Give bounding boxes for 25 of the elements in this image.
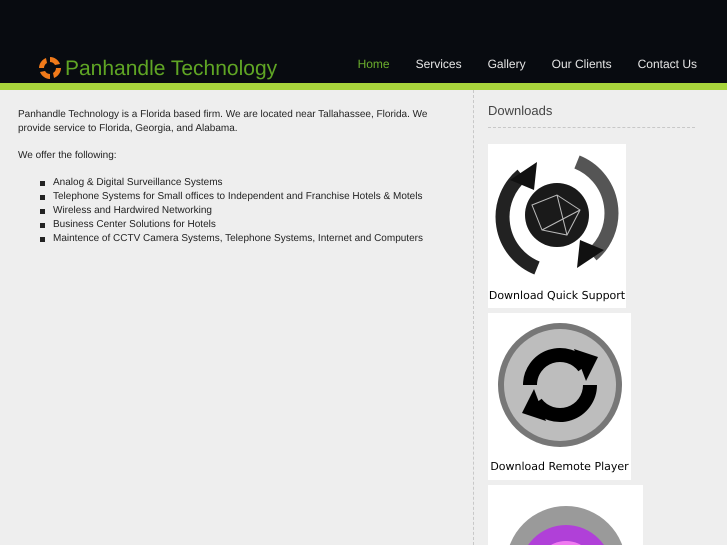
bullet-icon [40, 236, 45, 242]
sidebar-title: Downloads [488, 101, 695, 128]
nav-link[interactable]: Contact Us [638, 55, 697, 73]
bullet-icon [40, 208, 45, 214]
service-item: Analog & Digital Surveillance Systems [53, 176, 223, 190]
nav-link[interactable]: Services [416, 55, 462, 73]
download-tile[interactable]: Download Remote Player [488, 313, 631, 480]
intro-paragraph: Panhandle Technology is a Florida based firm. We are located near Tallahassee, Florida. We provide service to Florida, Georgia, and Alabama. [18, 108, 428, 136]
swirl-logo-icon [38, 56, 62, 80]
bullet-icon [40, 222, 45, 228]
service-item: Wireless and Hardwired Networking [53, 204, 212, 218]
nav-link[interactable]: Home [358, 55, 390, 73]
bullet-icon [40, 194, 45, 200]
download-caption: Download Quick Support [488, 288, 626, 304]
service-item: Telephone Systems for Small offices to Independent and Franchise Hotels & Motels [53, 190, 422, 204]
service-item: Maintence of CCTV Camera Systems, Telephone Systems, Internet and Computers [53, 232, 423, 246]
download-caption: Download Remote Player [490, 459, 629, 475]
nav-link[interactable]: Gallery [488, 55, 526, 73]
logo-text: Panhandle Technology [65, 58, 278, 78]
offer-heading: We offer the following: [18, 149, 118, 163]
service-item: Business Center Solutions for Hotels [53, 218, 216, 232]
bullet-icon [40, 180, 45, 186]
nav-link[interactable]: Our Clients [552, 55, 612, 73]
download-tile[interactable]: Download Quick Support [488, 144, 626, 308]
download-tile[interactable] [488, 484, 643, 545]
